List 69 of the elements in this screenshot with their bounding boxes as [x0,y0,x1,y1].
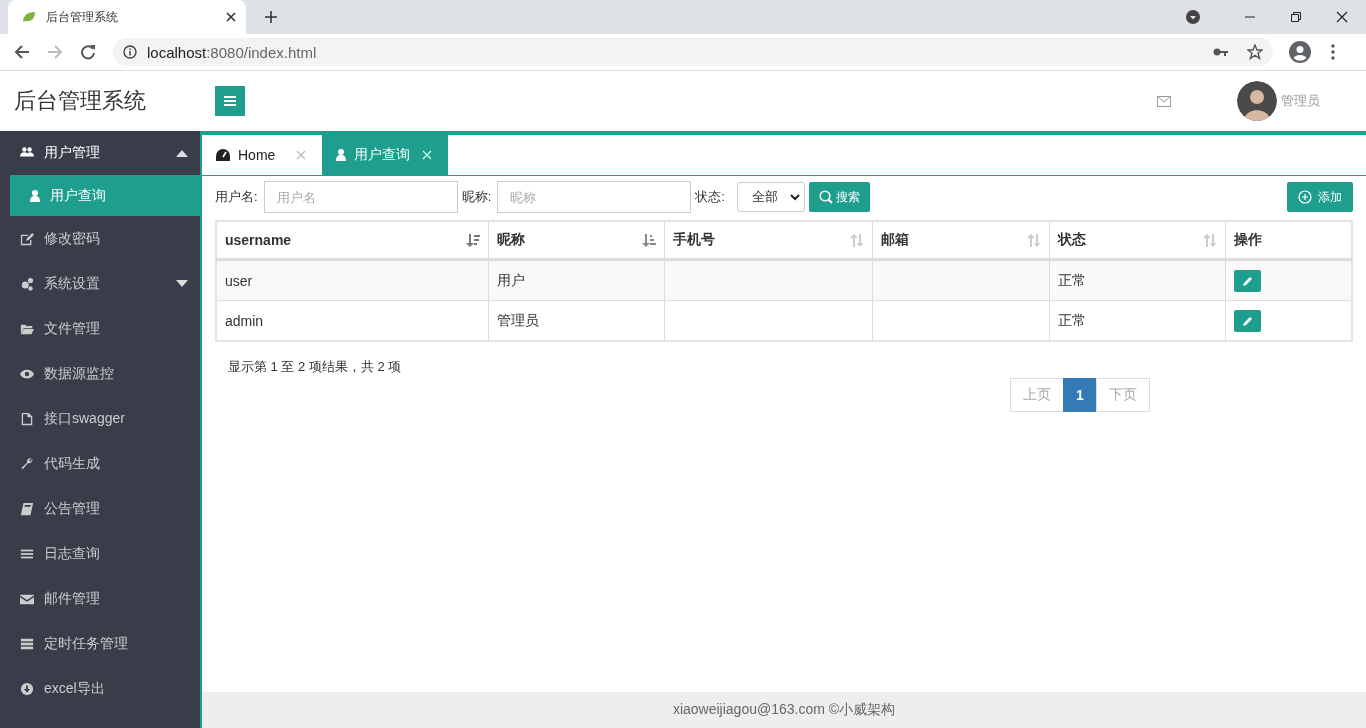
more-icon[interactable] [1331,44,1335,60]
nickname-field[interactable]: 昵称 [497,181,692,213]
restore-icon[interactable] [1290,11,1302,23]
sidebar-item[interactable]: excel导出 [0,666,200,711]
close-icon[interactable] [1336,11,1348,23]
status-select[interactable]: 全部 [736,182,805,212]
footer-text: xiaoweijiagou@163.com ©小威架构 [672,701,896,719]
result-summary: 显示第 1 至 2 项结果，共 2 项 [228,358,403,376]
pencil-icon [1242,315,1253,326]
new-tab-icon[interactable] [264,10,278,24]
field-label: 状态: [695,188,725,206]
key-icon[interactable] [1213,47,1229,57]
search-icon [818,190,833,204]
plus-circle-icon [1298,190,1312,204]
sidebar-item[interactable]: 公告管理 [0,486,200,531]
user-icon [30,189,40,202]
download-icon [20,681,34,696]
app-title: 后台管理系统 [14,87,147,115]
document-icon [20,411,34,426]
profile-icon[interactable] [1289,41,1311,63]
pencil-icon [1242,275,1253,286]
browser-tab[interactable]: 后台管理系统 [8,0,246,34]
back-icon[interactable] [14,44,30,60]
sidebar-item[interactable]: 定时任务管理 [0,621,200,666]
dashboard-icon [216,149,230,161]
wrench-icon [20,456,34,471]
tab[interactable]: Home [202,135,322,175]
chevron-down-icon [789,193,800,201]
username-field[interactable]: 用户名 [263,181,458,213]
sidebar-item[interactable]: 文件管理 [0,306,200,351]
sidebar-item[interactable]: 日志查询 [0,531,200,576]
caret-up-icon [176,149,188,157]
edit-icon [20,231,34,246]
field-label: 昵称: [461,188,492,206]
table-cell: user [216,259,489,301]
sort-icon [1026,233,1041,247]
avatar[interactable] [1237,81,1277,121]
menu-icon [224,96,236,106]
edit-button[interactable] [1234,269,1262,292]
field-label: 用户名: [215,188,258,206]
page-button[interactable]: 1 [1063,378,1097,412]
users-icon [20,146,34,160]
table-cell: 用户 [488,259,665,301]
info-icon [123,45,137,59]
sort-icon [850,233,865,247]
sidebar-item[interactable]: 数据源监控 [0,351,200,396]
edit-button[interactable] [1234,309,1262,332]
leaf-icon [22,11,36,23]
address-bar[interactable]: localhost:8080/index.html [113,38,1273,66]
book-icon [20,501,34,516]
sidebar-item[interactable]: 系统设置 [0,261,200,306]
mail-icon[interactable] [1157,95,1171,107]
close-icon[interactable] [226,12,236,22]
user-icon [336,149,346,161]
table-cell: 正常 [1049,259,1226,301]
star-icon[interactable] [1247,44,1263,60]
sidebar-item[interactable]: 接口swagger [0,396,200,441]
sort-ascending-icon [641,233,656,247]
server-icon [20,636,34,651]
gears-icon [20,276,34,291]
sort-descending-icon [466,233,481,247]
profile-dropdown-icon[interactable] [1186,10,1200,24]
caret-down-icon [176,280,188,287]
sort-icon [1203,233,1218,247]
menu-toggle-button[interactable] [215,86,245,116]
sidebar-item[interactable]: 代码生成 [0,441,200,486]
reload-icon[interactable] [80,44,96,60]
sidebar-item[interactable]: 邮件管理 [0,576,200,621]
sidebar-item[interactable]: 修改密码 [0,216,200,261]
